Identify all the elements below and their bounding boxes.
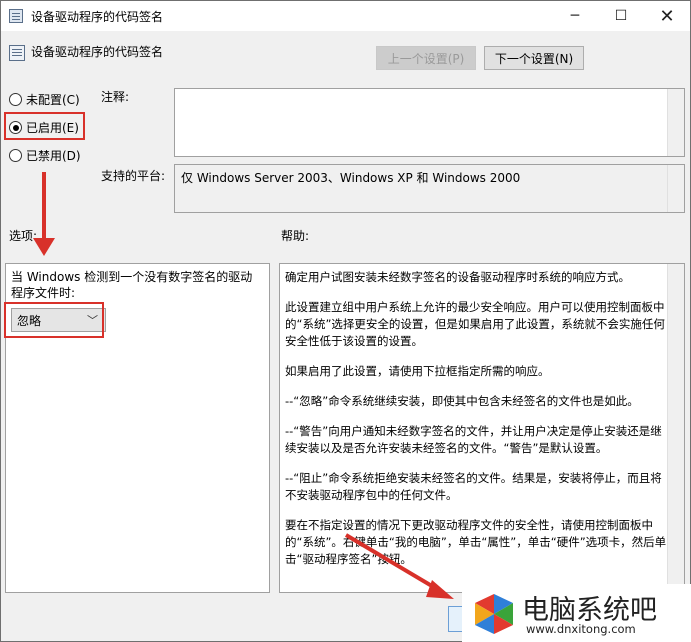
comment-scrollbar[interactable] [667,89,684,156]
options-label: 选项: [9,229,38,243]
radio-circle-icon [9,93,22,106]
dropdown-highlight-box [4,302,104,338]
help-paragraph: 确定用户试图安装未经数字签名的设备驱动程序时系统的响应方式。 [285,270,630,284]
maximize-button[interactable]: ☐ [598,1,644,31]
close-button[interactable]: ✕ [644,1,690,31]
help-paragraph: --“阻止”命令系统拒绝安装未经签名的文件。结果是，安装将停止，而且将不安装驱动… [285,471,662,502]
minimize-button[interactable]: ─ [552,1,598,31]
options-description: 当 Windows 检测到一个没有数字签名的驱动程序文件时: [11,270,253,300]
comment-textarea[interactable] [174,88,685,157]
radio-label: 已禁用(D) [26,149,81,163]
watermark-url: www.dnxitong.com [526,622,636,636]
setting-icon [9,45,25,61]
help-panel: 确定用户试图安装未经数字签名的设备驱动程序时系统的响应方式。 此设置建立组中用户… [279,263,685,593]
help-paragraph: 此设置建立组中用户系统上允许的最少安全响应。用户可以使用控制面板中的“系统”选择… [285,300,665,348]
platform-scrollbar[interactable] [667,165,684,212]
radio-label: 未配置(C) [26,93,80,107]
enabled-highlight-box [4,112,85,140]
help-paragraph: 如果启用了此设置，请使用下拉框指定所需的响应。 [285,364,550,378]
help-paragraph: 要在不指定设置的情况下更改驱动程序文件的安全性，请使用控制面板中的“系统”。右键… [285,518,667,566]
help-paragraph: --“警告”向用户通知未经数字签名的文件，并让用户决定是停止安装还是继续安装以及… [285,424,662,455]
title-bar: 设备驱动程序的代码签名 ─ ☐ ✕ [1,1,690,31]
windows-logo-icon [475,594,513,634]
policy-app-icon [9,9,23,23]
help-scrollbar[interactable] [667,264,684,592]
supported-platform-text: 仅 Windows Server 2003、Windows XP 和 Windo… [181,171,521,185]
help-label: 帮助: [281,229,310,243]
radio-disabled[interactable]: 已禁用(D) [9,147,81,164]
next-setting-button[interactable]: 下一个设置(N) [484,46,584,70]
radio-not-configured[interactable]: 未配置(C) [9,91,80,108]
comment-label: 注释: [101,90,130,104]
watermark: 电脑系统吧 www.dnxitong.com [462,584,691,642]
help-text: 确定用户试图安装未经数字签名的设备驱动程序时系统的响应方式。 此设置建立组中用户… [285,269,667,581]
previous-setting-button[interactable]: 上一个设置(P) [376,46,476,70]
window-title: 设备驱动程序的代码签名 [31,10,164,24]
radio-circle-icon [9,149,22,162]
supported-platform-value: 仅 Windows Server 2003、Windows XP 和 Windo… [174,164,685,213]
help-paragraph: --“忽略”命令系统继续安装，即使其中包含未经签名的文件也是如此。 [285,394,639,408]
supported-platform-label: 支持的平台: [101,169,166,183]
setting-title: 设备驱动程序的代码签名 [31,45,164,59]
